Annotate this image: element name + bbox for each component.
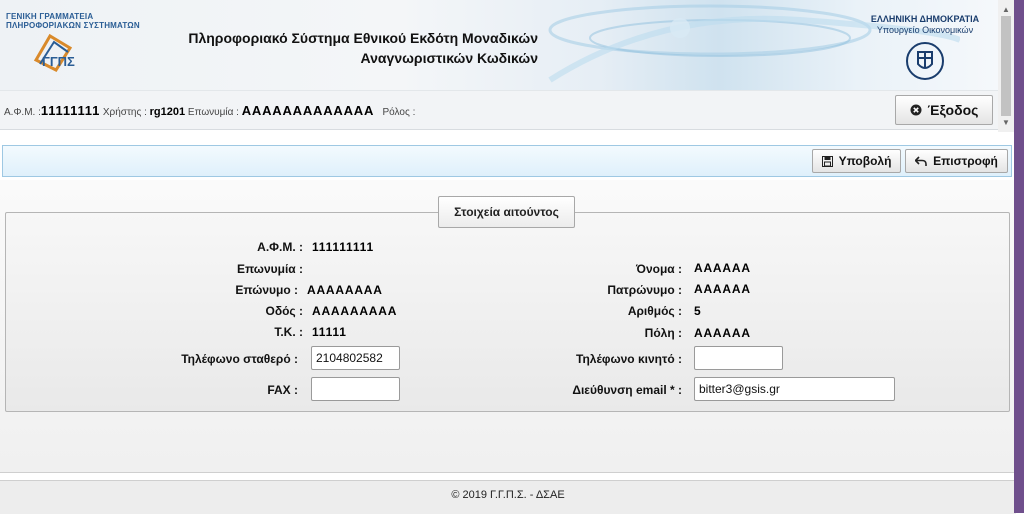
eponymo-label: Επώνυμο : xyxy=(235,283,298,297)
user-info: Α.Φ.Μ. :11111111 Χρήστης : rg1201 Επωνυμ… xyxy=(4,103,415,118)
app-title-line-2: Αναγνωριστικών Κωδικών xyxy=(360,50,538,66)
org-line-1: ΓΕΝΙΚΗ ΓΡΑΜΜΑΤΕΙΑ xyxy=(6,12,94,21)
back-button[interactable]: Επιστροφή xyxy=(905,149,1008,173)
undo-arrow-icon xyxy=(915,155,927,166)
email-label: Διεύθυνση email * : xyxy=(572,383,682,397)
logout-button[interactable]: Έξοδος xyxy=(895,95,993,125)
onoma-value: ΑΑΑΑΑΑ xyxy=(694,261,751,275)
patronymo-label: Πατρώνυμο : xyxy=(607,283,682,297)
scroll-down-icon[interactable]: ▼ xyxy=(1002,118,1010,127)
footer-divider xyxy=(0,472,1016,473)
gov-line-2: Υπουργείο Οικονομικών xyxy=(876,25,974,35)
user-info-bar: Α.Φ.Μ. :11111111 Χρήστης : rg1201 Επωνυμ… xyxy=(0,91,998,130)
footer-copyright: © 2019 Γ.Γ.Π.Σ. - ΔΣΑΕ xyxy=(451,489,565,501)
user-value: rg1201 xyxy=(149,106,186,118)
page-scrollbar[interactable]: ▲ ▼ xyxy=(998,0,1014,132)
close-circle-icon xyxy=(910,104,922,116)
mobile-label: Τηλέφωνο κινητό : xyxy=(576,352,682,366)
afm-label: Α.Φ.Μ. : xyxy=(4,107,41,118)
logout-label: Έξοδος xyxy=(927,102,979,118)
tk-label: Τ.Κ. : xyxy=(274,325,303,339)
afm-field-value: 111111111 xyxy=(312,240,374,254)
greek-emblem-icon xyxy=(906,42,944,80)
gsis-logo-icon: ΓΓΠΣ xyxy=(33,33,75,72)
save-icon xyxy=(821,155,833,167)
poli-value: ΑΑΑΑΑΑ xyxy=(694,326,751,340)
scroll-thumb[interactable] xyxy=(1001,16,1011,116)
email-input[interactable] xyxy=(694,377,895,401)
afm-field-label: Α.Φ.Μ. : xyxy=(257,240,303,254)
back-label: Επιστροφή xyxy=(933,154,998,168)
eponymo-value: ΑΑΑΑΑΑΑΑ xyxy=(307,283,383,297)
afm-value: 11111111 xyxy=(40,103,101,118)
odos-label: Οδός : xyxy=(265,304,303,318)
landline-phone-input[interactable] xyxy=(311,346,400,370)
arithmos-value: 5 xyxy=(694,304,702,318)
tk-value: 11111 xyxy=(312,325,347,339)
odos-value: ΑΑΑΑΑΑΑΑΑ xyxy=(312,304,398,318)
org-line-2: ΠΛΗΡΟΦΟΡΙΑΚΩΝ ΣΥΣΤΗΜΑΤΩΝ xyxy=(6,21,140,30)
app-title-line-1: Πληροφοριακό Σύστημα Εθνικού Εκδότη Μονα… xyxy=(188,30,538,46)
name-label: Επωνυμία : xyxy=(187,107,239,118)
poli-label: Πόλη : xyxy=(644,326,682,340)
svg-text:ΓΓΠΣ: ΓΓΠΣ xyxy=(42,54,75,69)
fax-label: FAX : xyxy=(267,383,298,397)
scroll-up-icon[interactable]: ▲ xyxy=(1002,5,1010,14)
name-value: ΑΑΑΑΑΑΑΑΑΑΑΑΑ xyxy=(241,103,375,118)
window-edge xyxy=(1014,0,1024,513)
eponymia-label: Επωνυμία : xyxy=(236,262,303,276)
arithmos-label: Αριθμός : xyxy=(627,304,682,318)
submit-label: Υποβολή xyxy=(838,154,892,168)
fax-input[interactable] xyxy=(311,377,400,401)
gov-line-1: ΕΛΛΗΝΙΚΗ ΔΗΜΟΚΡΑΤΙΑ xyxy=(870,14,980,24)
app-title: Πληροφοριακό Σύστημα Εθνικού Εκδότη Μονα… xyxy=(150,28,538,68)
user-label: Χρήστης : xyxy=(102,107,147,118)
government-branding: ΕΛΛΗΝΙΚΗ ΔΗΜΟΚΡΑΤΙΑ Υπουργείο Οικονομικώ… xyxy=(870,14,980,82)
submit-button[interactable]: Υποβολή xyxy=(812,149,901,173)
fieldset-legend: Στοιχεία αιτούντος xyxy=(438,196,575,228)
gsis-org-name: ΓΕΝΙΚΗ ΓΡΑΜΜΑΤΕΙΑ ΠΛΗΡΟΦΟΡΙΑΚΩΝ ΣΥΣΤΗΜΑΤ… xyxy=(6,12,151,30)
role-label: Ρόλος : xyxy=(382,107,416,118)
page: ΓΕΝΙΚΗ ΓΡΑΜΜΑΤΕΙΑ ΠΛΗΡΟΦΟΡΙΑΚΩΝ ΣΥΣΤΗΜΑΤ… xyxy=(0,0,1016,514)
header-banner: ΓΕΝΙΚΗ ΓΡΑΜΜΑΤΕΙΑ ΠΛΗΡΟΦΟΡΙΑΚΩΝ ΣΥΣΤΗΜΑΤ… xyxy=(0,0,998,91)
phone-label: Τηλέφωνο σταθερό : xyxy=(181,352,298,366)
footer: © 2019 Γ.Γ.Π.Σ. - ΔΣΑΕ xyxy=(0,480,1016,514)
patronymo-value: ΑΑΑΑΑΑ xyxy=(694,282,751,296)
onoma-label: Όνομα : xyxy=(636,262,682,276)
mobile-phone-input[interactable] xyxy=(694,346,783,370)
